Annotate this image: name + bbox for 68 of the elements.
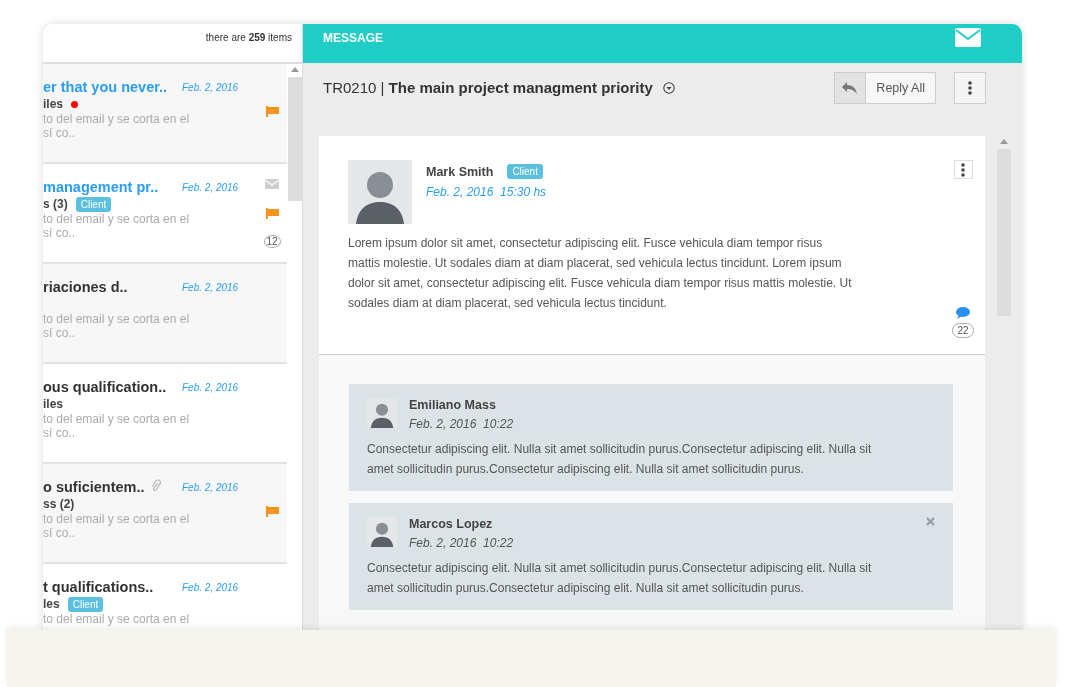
client-tag: Client [507,164,543,179]
client-tag: Client [67,596,104,612]
message-sender: s (3) [43,197,68,211]
message-body: Lorem ipsum dolor sit amet, consectetur adipiscing elit. Fusce vehicula diam tempor risus mattis molestie. Ut sodales diam at diam placerat, sed vehicula lectus tincidunt. Lorem ipsum dolor sit amet, consectetur adipiscing elit. Fusce vehicula diam tempor risus mattis molestie. Ut sodales diam at diam placerat, sed vehicula lectus tincidunt. [348,235,853,312]
client-tag: Client [75,196,112,212]
message-preview: to del email y se corta en el [43,312,191,326]
close-button[interactable] [926,517,935,526]
message-sender: iles [43,97,63,111]
message-date: Feb. 2, 2016 [182,281,239,293]
kebab-icon [961,162,965,177]
message-subject: er that you never.. [43,79,168,95]
message-datetime: Feb. 2, 2016 15:30 hs [426,185,547,199]
message-list-item[interactable]: er that you never.. Feb. 2, 2016 iles to del email y se corta en el sí co.. [43,64,287,164]
reply-button[interactable] [835,72,867,103]
message-date: Feb. 2, 2016 [182,81,239,93]
author-name: Emiliano Mass [409,398,497,412]
avatar-icon [367,398,397,428]
message-subject: management pr.. [43,179,159,195]
message-preview: sí co.. [43,526,76,540]
author-name: Marcos Lopez [409,517,494,531]
message-date: Feb. 2, 2016 [182,581,239,593]
message-preview: to del email y se corta en el [43,412,191,426]
reply-datetime: Feb. 2, 2016 10:22 [409,417,515,431]
message-preview: sí co.. [43,226,76,240]
comment-icon[interactable] [956,307,970,319]
envelope-icon [265,179,279,189]
author-name: Mark Smith [426,164,494,179]
scroll-up-icon[interactable] [290,67,299,72]
message-preview: sí co.. [43,126,76,140]
pane-title: MESSAGE [323,31,383,45]
more-button[interactable] [953,160,973,179]
message-date: Feb. 2, 2016 [182,181,239,193]
close-icon [926,517,935,526]
message-date: Feb. 2, 2016 [182,481,239,493]
reply-icon [842,81,859,94]
reply-datetime: Feb. 2, 2016 10:22 [409,536,515,550]
flag-icon[interactable] [265,105,279,117]
message-sender: les [43,597,60,611]
paperclip-icon [150,479,161,492]
message-preview: to del email y se corta en el [43,212,191,226]
message-list-item[interactable]: riaciones d.. Feb. 2, 2016 to del email y se corta en el sí co.. [43,264,287,364]
scroll-up-icon[interactable] [999,139,1008,144]
message-preview: sí co.. [43,426,76,440]
reply-body: Consectetur adipiscing elit. Nulla sit amet sollicitudin purus.Consectetur adipiscing elit. Nulla sit amet sollicitudin purus.Consectetur adipiscing elit. Nulla sit amet sollicitudin purus. [367,441,873,478]
message-date: Feb. 2, 2016 [182,381,239,393]
kebab-icon [968,80,972,95]
avatar-icon [348,160,412,224]
message-preview: to del email y se corta en el [43,112,191,126]
message-list-item[interactable]: o suficientem.. Feb. 2, 2016 ss (2) to del email y se corta en el sí co.. [43,464,287,564]
message-title: TR0210 | The main project managment priority [323,79,653,96]
message-preview: sí co.. [43,326,76,340]
message-preview: to del email y se corta en el [43,512,191,526]
message-subject: ous qualification.. [43,379,167,395]
message-preview: to del email y se corta en el [43,612,191,626]
message-subject: t qualifications.. [43,579,154,595]
dropdown-icon[interactable] [662,81,675,94]
flag-icon[interactable] [265,505,279,517]
scrollbar-thumb[interactable] [287,77,302,201]
flag-icon[interactable] [265,208,279,219]
message-subject: riaciones d.. [43,279,128,295]
message-sender: iles [43,397,63,411]
reply-all-button[interactable]: Reply All [866,72,935,103]
message-subject: o suficientem.. [43,479,145,495]
item-count: there are 259 items [205,32,292,45]
envelope-icon [955,28,981,47]
reply-body: Consectetur adipiscing elit. Nulla sit amet sollicitudin purus.Consectetur adipiscing elit. Nulla sit amet sollicitudin purus.Consectetur adipiscing elit. Nulla sit amet sollicitudin purus. [367,560,873,597]
avatar-icon [367,517,397,547]
message-sender: ss (2) [43,497,75,511]
